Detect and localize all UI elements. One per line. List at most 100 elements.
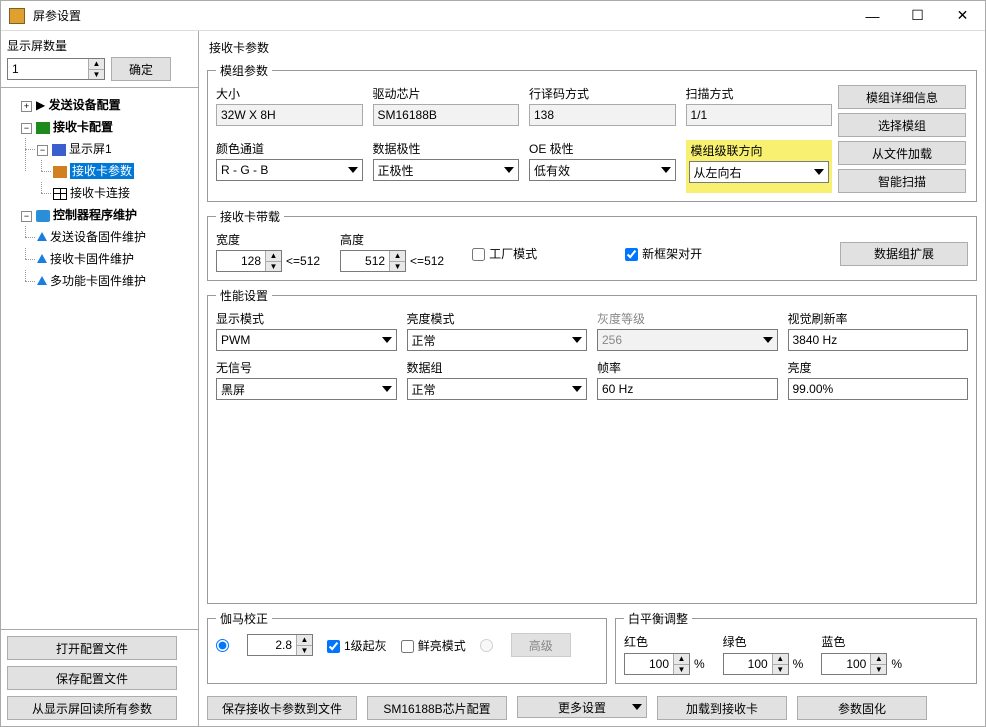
expander-icon[interactable]: − — [37, 145, 48, 156]
size-label: 大小 — [216, 85, 363, 102]
chip-config-button[interactable]: SM16188B芯片配置 — [367, 696, 507, 720]
module-params-group: 模组参数 大小32W X 8H 驱动芯片SM16188B 行译码方式138 扫描… — [207, 62, 977, 202]
expander-icon[interactable]: + — [21, 101, 32, 112]
datagroup-label: 数据组 — [407, 359, 588, 376]
refresh-field[interactable]: 3840 Hz — [788, 329, 969, 351]
new-frame-checkbox[interactable]: 新框架对开 — [625, 245, 702, 262]
card-icon — [36, 122, 50, 134]
save-config-button[interactable]: 保存配置文件 — [7, 666, 177, 690]
params-icon — [53, 166, 67, 178]
brightness-mode-label: 亮度模式 — [407, 310, 588, 327]
height-input[interactable] — [341, 251, 389, 271]
screen-count-input[interactable] — [8, 59, 88, 79]
spin-down-icon[interactable]: ▼ — [89, 70, 104, 80]
brightness-mode-select[interactable]: 正常 — [407, 329, 588, 351]
save-rc-params-button[interactable]: 保存接收卡参数到文件 — [207, 696, 357, 720]
width-stepper[interactable]: ▲▼ — [216, 250, 282, 272]
grid-icon — [53, 188, 67, 200]
height-stepper[interactable]: ▲▼ — [340, 250, 406, 272]
load-from-file-button[interactable]: 从文件加载 — [838, 141, 966, 165]
polarity-label: 数据极性 — [373, 140, 520, 157]
green-label: 绿色 — [723, 633, 804, 650]
factory-mode-checkbox[interactable]: 工厂模式 — [472, 245, 537, 262]
smart-scan-button[interactable]: 智能扫描 — [838, 169, 966, 193]
chip-label: 驱动芯片 — [373, 85, 520, 102]
screen-count-stepper[interactable]: ▲▼ — [7, 58, 105, 80]
module-detail-button[interactable]: 模组详细信息 — [838, 85, 966, 109]
green-stepper[interactable]: ▲▼ — [723, 653, 789, 675]
open-config-button[interactable]: 打开配置文件 — [7, 636, 177, 660]
maximize-button[interactable]: ☐ — [895, 1, 940, 31]
brightness-field[interactable]: 99.00% — [788, 378, 969, 400]
display-mode-label: 显示模式 — [216, 310, 397, 327]
first-gray-checkbox[interactable]: 1级起灰 — [327, 637, 387, 654]
load-to-card-button[interactable]: 加载到接收卡 — [657, 696, 787, 720]
oe-label: OE 极性 — [529, 140, 676, 157]
blue-input[interactable] — [822, 654, 870, 674]
red-input[interactable] — [625, 654, 673, 674]
nosignal-select[interactable]: 黑屏 — [216, 378, 397, 400]
screen-count-label: 显示屏数量 — [7, 37, 192, 54]
tree-controller-maint[interactable]: 控制器程序维护 — [53, 208, 137, 222]
red-stepper[interactable]: ▲▼ — [624, 653, 690, 675]
blue-stepper[interactable]: ▲▼ — [821, 653, 887, 675]
polarity-select[interactable]: 正极性 — [373, 159, 520, 181]
gamma-input[interactable] — [248, 635, 296, 655]
tree-sender-fw[interactable]: 发送设备固件维护 — [50, 230, 146, 244]
oe-select[interactable]: 低有效 — [529, 159, 676, 181]
fps-field[interactable]: 60 Hz — [597, 378, 778, 400]
window-title: 屏参设置 — [31, 7, 850, 24]
gamma-radio[interactable] — [216, 638, 233, 652]
tree-sender-config[interactable]: 发送设备配置 — [49, 98, 121, 112]
gamma-adv-radio[interactable] — [480, 638, 497, 652]
width-input[interactable] — [217, 251, 265, 271]
datagroup-select[interactable]: 正常 — [407, 378, 588, 400]
tree-screen1[interactable]: 显示屏1 — [69, 142, 112, 156]
tree-rc-fw[interactable]: 接收卡固件维护 — [50, 252, 134, 266]
size-field: 32W X 8H — [216, 104, 363, 126]
module-params-legend: 模组参数 — [216, 62, 272, 79]
green-input[interactable] — [724, 654, 772, 674]
confirm-button[interactable]: 确定 — [111, 57, 171, 81]
scan-field: 1/1 — [686, 104, 833, 126]
controller-icon — [36, 210, 50, 222]
spin-up-icon[interactable]: ▲ — [89, 59, 104, 70]
tree-rc-params[interactable]: 接收卡参数 — [70, 163, 134, 179]
cascade-label: 模组级联方向 — [689, 142, 830, 159]
expander-icon[interactable]: − — [21, 211, 32, 222]
gamma-group: 伽马校正 ▲▼ 1级起灰 鲜亮模式 高级 — [207, 610, 607, 684]
display-mode-select[interactable]: PWM — [216, 329, 397, 351]
decode-label: 行译码方式 — [529, 85, 676, 102]
color-select[interactable]: R - G - B — [216, 159, 363, 181]
select-module-button[interactable]: 选择模组 — [838, 113, 966, 137]
tree-rc-connection[interactable]: 接收卡连接 — [70, 186, 130, 200]
width-max: <=512 — [286, 254, 320, 268]
capacity-legend: 接收卡带载 — [216, 208, 284, 225]
color-label: 颜色通道 — [216, 140, 363, 157]
red-label: 红色 — [624, 633, 705, 650]
chip-field: SM16188B — [373, 104, 520, 126]
refresh-label: 视觉刷新率 — [788, 310, 969, 327]
solidify-params-button[interactable]: 参数固化 — [797, 696, 927, 720]
more-settings-button[interactable]: 更多设置 — [517, 696, 647, 718]
panel-title: 接收卡参数 — [207, 35, 977, 62]
height-label: 高度 — [340, 231, 444, 248]
cascade-select[interactable]: 从左向右 — [689, 161, 830, 183]
screen-settings-window: 屏参设置 — ☐ ✕ 显示屏数量 ▲▼ 确定 +▶ 发送设备配置 −接收卡 — [0, 0, 986, 727]
tree-receiver-config[interactable]: 接收卡配置 — [53, 120, 113, 134]
gamma-stepper[interactable]: ▲▼ — [247, 634, 313, 656]
blue-label: 蓝色 — [821, 633, 902, 650]
vivid-mode-checkbox[interactable]: 鲜亮模式 — [401, 637, 466, 654]
tree-mf-fw[interactable]: 多功能卡固件维护 — [50, 274, 146, 288]
read-all-params-button[interactable]: 从显示屏回读所有参数 — [7, 696, 177, 720]
data-group-expand-button[interactable]: 数据组扩展 — [840, 242, 968, 266]
capacity-group: 接收卡带载 宽度 ▲▼ <=512 高度 ▲▼ <=512 — [207, 208, 977, 281]
minimize-button[interactable]: — — [850, 1, 895, 31]
expander-icon[interactable]: − — [21, 123, 32, 134]
screen-icon — [52, 144, 66, 156]
upload-icon — [37, 254, 47, 263]
close-button[interactable]: ✕ — [940, 1, 985, 31]
decode-field: 138 — [529, 104, 676, 126]
gamma-advanced-button: 高级 — [511, 633, 571, 657]
config-tree: +▶ 发送设备配置 −接收卡配置 −显示屏1 接收卡参数 接收卡连接 −控制器程… — [1, 88, 198, 629]
